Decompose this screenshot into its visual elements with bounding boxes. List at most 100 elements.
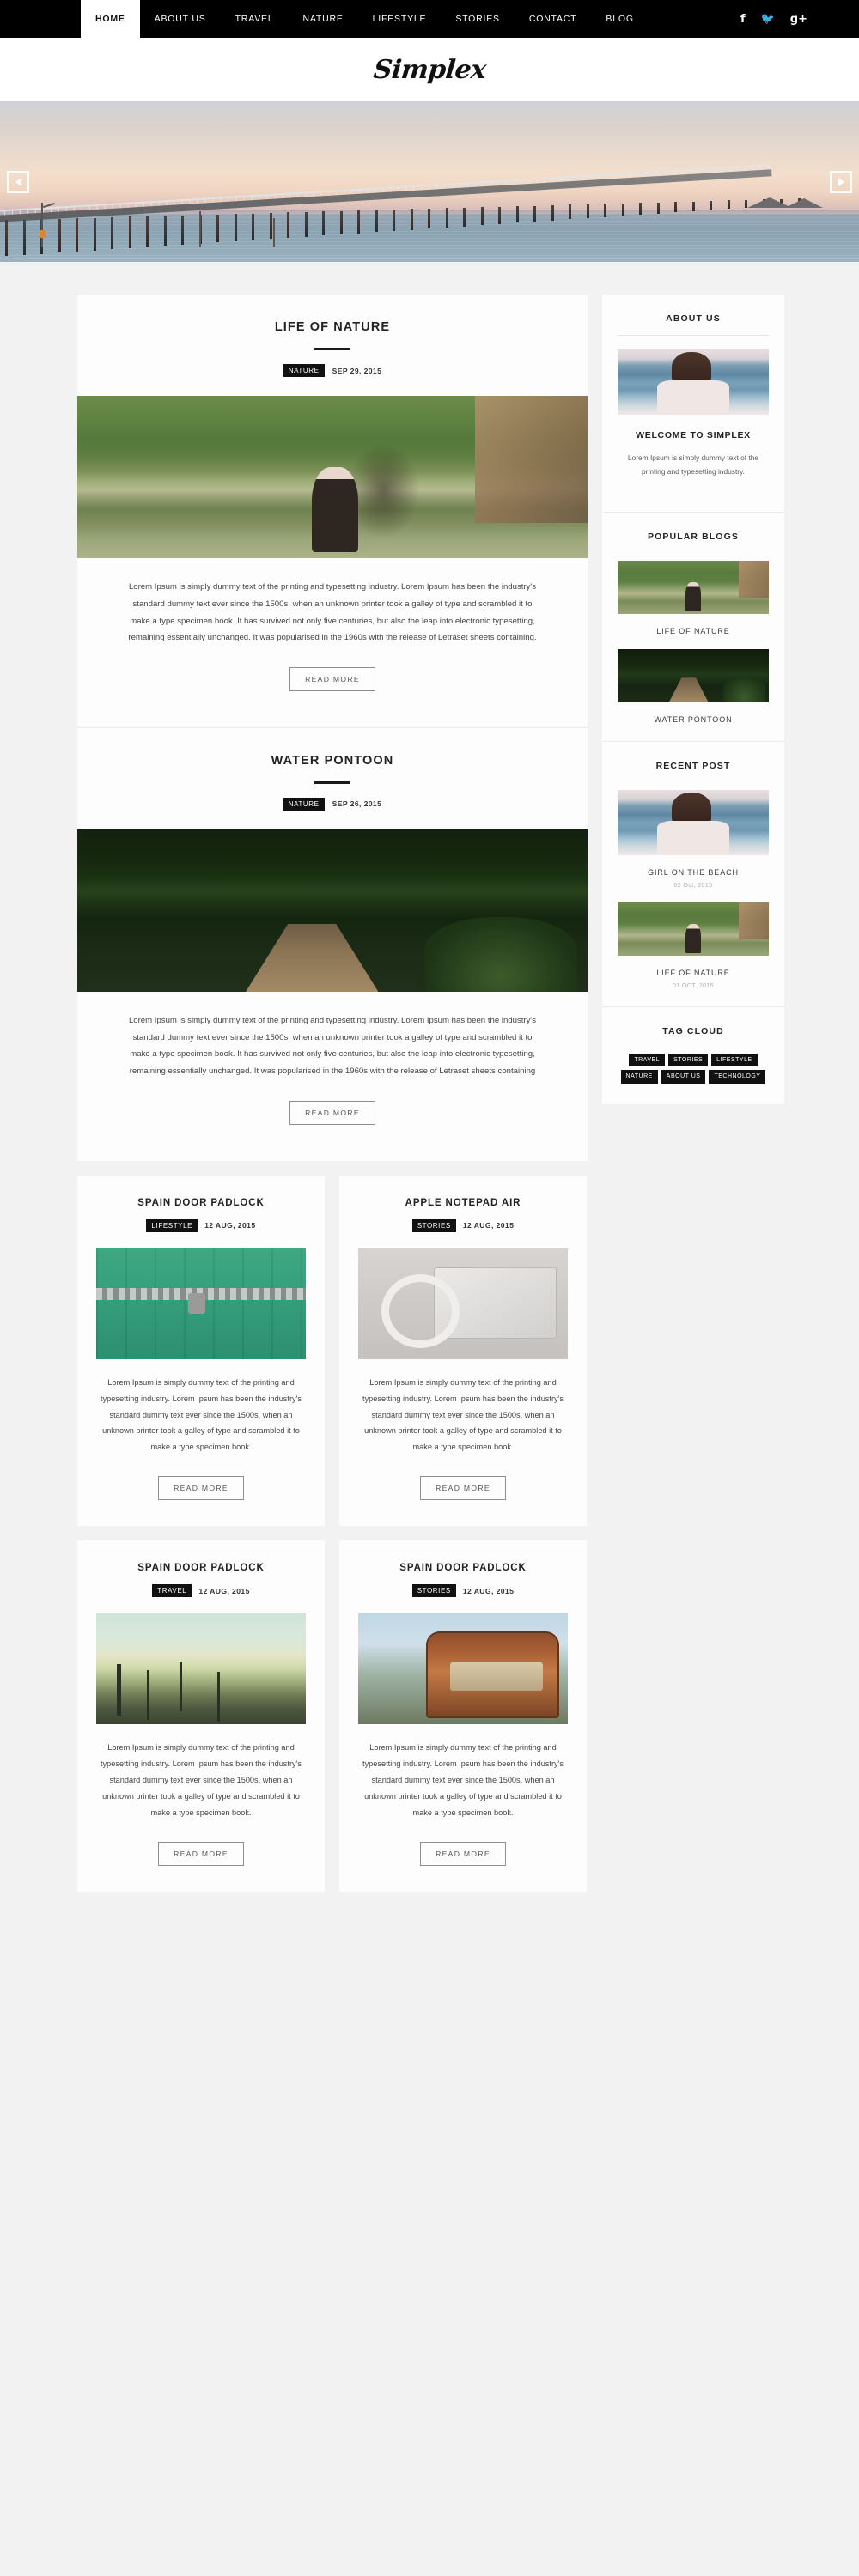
popular-blog-title[interactable]: LIFE OF NATURE: [618, 627, 769, 635]
recent-post-item[interactable]: LIEF OF NATURE 01 OCT, 2015: [618, 889, 769, 989]
category-badge[interactable]: TRAVEL: [152, 1584, 192, 1598]
popular-blog-photo[interactable]: [618, 560, 769, 614]
nav-item-home[interactable]: HOME: [81, 0, 140, 38]
recent-post-photo[interactable]: [618, 902, 769, 956]
category-badge[interactable]: NATURE: [283, 797, 325, 811]
grid-post-card: SPAIN DOOR PADLOCK TRAVEL 12 AUG, 2015 Lore…: [77, 1540, 325, 1892]
tag-nature[interactable]: NATURE: [620, 1070, 658, 1084]
pier-piling: [674, 202, 677, 213]
pier-piling: [710, 200, 712, 210]
post-excerpt: Lorem Ipsum is simply dummy text of the …: [128, 582, 537, 643]
recent-post-title[interactable]: GIRL ON THE BEACH: [618, 868, 769, 877]
post-title[interactable]: WATER PONTOON: [77, 754, 588, 768]
tag-stories[interactable]: STORIES: [668, 1053, 709, 1067]
facebook-icon[interactable]: f: [740, 14, 746, 25]
pier-pavilion: [747, 197, 825, 216]
post-date: SEP 29, 2015: [332, 366, 382, 375]
popular-blog-item[interactable]: WATER PONTOON: [618, 635, 769, 724]
post-photo[interactable]: [77, 396, 588, 559]
grid-photo-wrap: [358, 1247, 568, 1359]
grid-photo-wrap: [96, 1613, 306, 1725]
grid-post-title[interactable]: SPAIN DOOR PADLOCK: [77, 1563, 325, 1573]
tag-about-us[interactable]: ABOUT US: [661, 1070, 706, 1084]
nav-item-lifestyle[interactable]: LIFESTYLE: [358, 0, 442, 38]
read-more-wrap: READ MORE: [339, 1476, 587, 1501]
read-more-button[interactable]: READ MORE: [420, 1476, 506, 1501]
pier-piling: [445, 208, 448, 228]
read-more-button[interactable]: READ MORE: [289, 666, 375, 691]
read-more-button[interactable]: READ MORE: [420, 1841, 506, 1866]
pier-piling: [656, 202, 660, 214]
nav-item-travel[interactable]: TRAVEL: [221, 0, 289, 38]
popular-blog-item[interactable]: LIFE OF NATURE: [618, 547, 769, 635]
widget-title-tagcloud: TAG CLOUD: [662, 1025, 724, 1036]
popular-blogs-list: LIFE OF NATURE WATER PONTOON: [618, 547, 769, 724]
pier-piling: [393, 210, 395, 231]
recent-post-date: 01 OCT, 2015: [673, 982, 714, 989]
google-plus-icon[interactable]: g+: [790, 14, 807, 25]
grid-post-excerpt: Lorem Ipsum is simply dummy text of the …: [362, 1743, 564, 1817]
widget-about-us: ABOUT US WELCOME TO SIMPLEX Lorem Ipsum …: [602, 295, 784, 495]
pier-piling: [128, 216, 131, 248]
grid-post-photo[interactable]: [358, 1247, 568, 1359]
recent-post-list: GIRL ON THE BEACH 02 Oct, 2015 LIEF OF NAT…: [618, 776, 769, 989]
nav-item-blog[interactable]: BLOG: [591, 0, 648, 38]
recent-post-photo[interactable]: [618, 789, 769, 855]
post-meta: NATURE SEP 29, 2015: [77, 364, 588, 378]
hero-slider: [0, 101, 859, 262]
hero-prev-button[interactable]: [7, 170, 29, 193]
category-badge[interactable]: STORIES: [411, 1218, 456, 1232]
read-more-wrap: READ MORE: [77, 666, 588, 691]
grid-photo-wrap: [358, 1613, 568, 1725]
grid-post-title[interactable]: APPLE NOTEPAD AIR: [339, 1198, 587, 1208]
category-badge[interactable]: STORIES: [411, 1584, 456, 1598]
pier-piling: [480, 207, 484, 226]
post-date: 12 AUG, 2015: [204, 1221, 256, 1230]
nav-item-nature[interactable]: NATURE: [288, 0, 357, 38]
hero-next-button[interactable]: [830, 170, 852, 193]
grid-post-title[interactable]: SPAIN DOOR PADLOCK: [339, 1563, 587, 1573]
pier-piling: [252, 213, 254, 240]
tag-technology[interactable]: TECHNOLOGY: [709, 1070, 766, 1084]
pier-piling: [216, 214, 219, 243]
read-more-button[interactable]: READ MORE: [289, 1100, 375, 1125]
post-excerpt: Lorem Ipsum is simply dummy text of the …: [128, 1016, 537, 1076]
read-more-button[interactable]: READ MORE: [158, 1476, 244, 1501]
grid-post-photo[interactable]: [358, 1613, 568, 1725]
grid-post-photo[interactable]: [96, 1247, 306, 1359]
grid-post-photo[interactable]: [96, 1613, 306, 1725]
pier-piling: [76, 218, 78, 252]
pier-piling: [569, 204, 571, 220]
pier-piling: [463, 207, 466, 227]
recent-post-title[interactable]: LIEF OF NATURE: [618, 969, 769, 977]
tag-lifestyle[interactable]: LIFESTYLE: [711, 1053, 758, 1067]
post-title[interactable]: LIFE OF NATURE: [77, 320, 588, 334]
grid-post-title[interactable]: SPAIN DOOR PADLOCK: [77, 1198, 325, 1208]
pier-piling: [269, 212, 272, 240]
recent-post-item[interactable]: GIRL ON THE BEACH 02 Oct, 2015: [618, 776, 769, 889]
title-divider: [314, 348, 350, 350]
post-grid: SPAIN DOOR PADLOCK LIFESTYLE 12 AUG, 2015 L…: [77, 1175, 588, 1892]
about-us-photo: [618, 349, 769, 415]
grid-post-meta: STORIES 12 AUG, 2015: [339, 1584, 587, 1598]
post-date: 12 AUG, 2015: [462, 1221, 515, 1230]
nav-item-about-us[interactable]: ABOUT US: [140, 0, 221, 38]
pier-piling: [691, 201, 695, 212]
pier-piling: [93, 217, 96, 251]
post-photo[interactable]: [77, 829, 588, 992]
popular-blog-photo[interactable]: [618, 648, 769, 702]
pier-piling: [533, 205, 536, 222]
pier-piling: [621, 203, 624, 216]
read-more-button[interactable]: READ MORE: [158, 1841, 244, 1866]
read-more-wrap: READ MORE: [77, 1841, 325, 1866]
popular-blog-title[interactable]: WATER PONTOON: [618, 715, 769, 724]
nav-item-stories[interactable]: STORIES: [441, 0, 515, 38]
site-logo[interactable]: Simplex: [372, 55, 487, 85]
twitter-icon[interactable]: 🐦: [761, 14, 775, 25]
category-badge[interactable]: NATURE: [283, 364, 325, 378]
top-navigation-bar: HOME ABOUT US TRAVEL NATURE LIFESTYLE STORIES…: [0, 0, 859, 38]
tag-travel[interactable]: TRAVEL: [629, 1053, 666, 1067]
pier-piling: [146, 216, 149, 247]
category-badge[interactable]: LIFESTYLE: [146, 1218, 198, 1232]
nav-item-contact[interactable]: CONTACT: [515, 0, 592, 38]
